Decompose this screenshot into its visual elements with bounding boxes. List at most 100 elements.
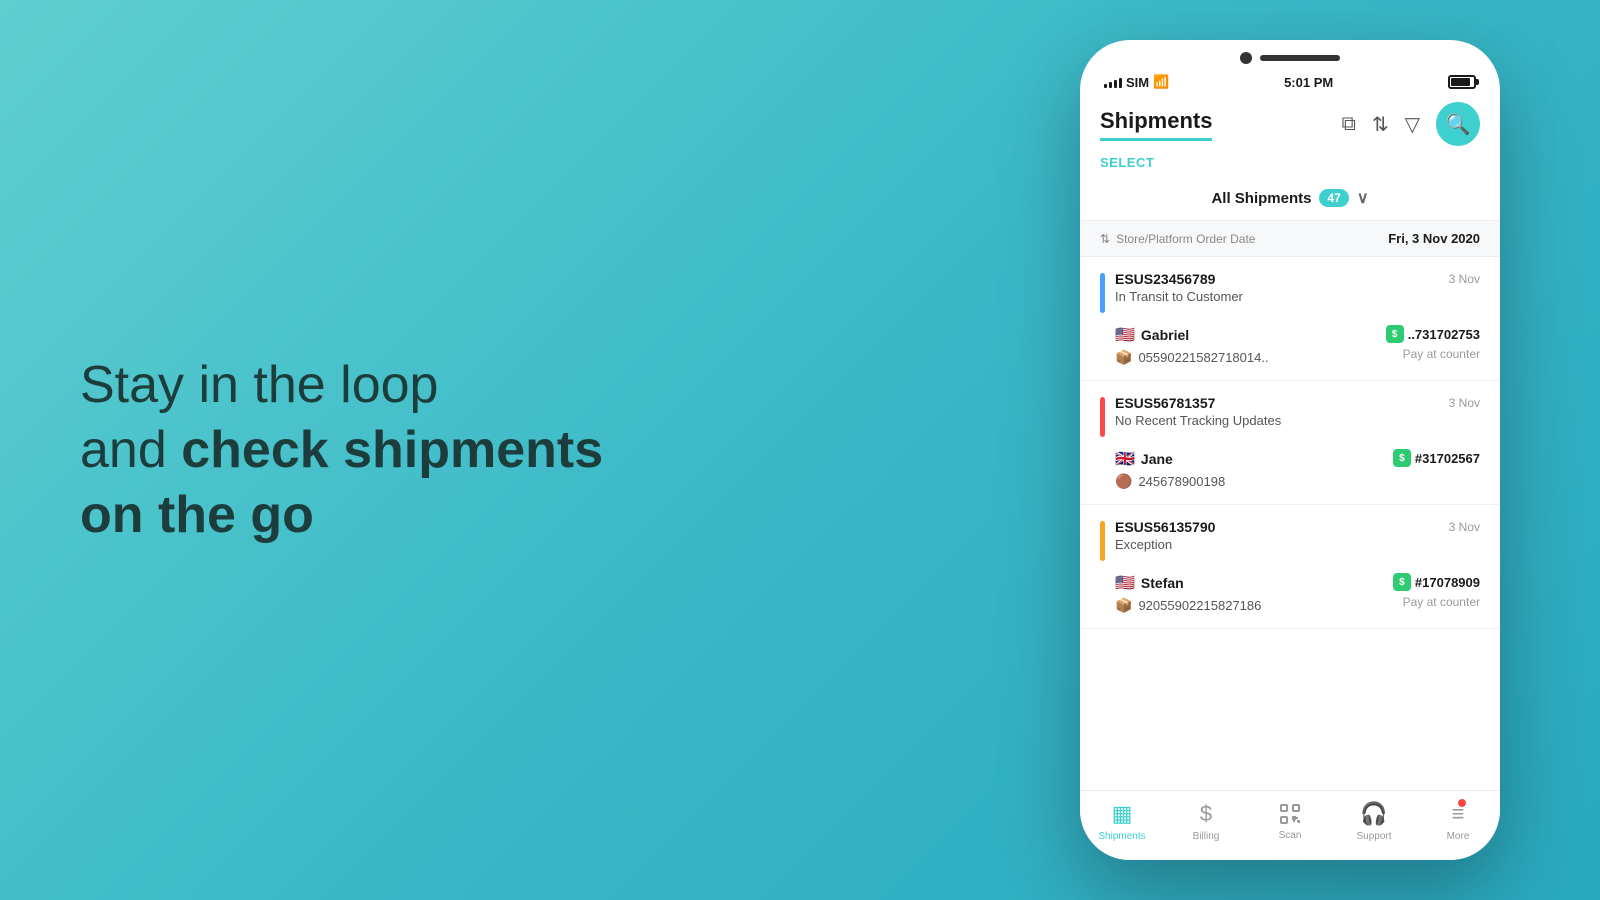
- app-title: Shipments: [1100, 108, 1212, 141]
- battery-fill: [1451, 78, 1470, 86]
- order-badge-3: $ #17078909: [1393, 573, 1480, 591]
- detail-right-2: $ #31702567: [1393, 449, 1480, 467]
- filter-count: 47: [1319, 189, 1348, 207]
- date-header: ⇅ Store/Platform Order Date Fri, 3 Nov 2…: [1080, 221, 1500, 257]
- shipment-top-1: ESUS23456789 3 Nov In Transit to Custome…: [1100, 271, 1480, 313]
- order-green-dot-2: $: [1393, 449, 1411, 467]
- shipment-status-1: In Transit to Customer: [1115, 289, 1480, 304]
- order-id-3: #17078909: [1415, 575, 1480, 590]
- shipment-top-3: ESUS56135790 3 Nov Exception: [1100, 519, 1480, 561]
- carrier-icon-2: 🟤: [1115, 473, 1132, 490]
- shipments-list: ESUS23456789 3 Nov In Transit to Custome…: [1080, 257, 1500, 837]
- carrier-icon-1: 📦: [1115, 349, 1132, 366]
- search-icon: 🔍: [1446, 112, 1471, 137]
- speaker-bar: [1260, 55, 1340, 61]
- app-header: Shipments ⧉ ⇅ ▽ 🔍: [1080, 98, 1500, 146]
- status-indicator-yellow: [1100, 521, 1105, 561]
- shipment-id-2: ESUS56781357: [1115, 395, 1215, 411]
- shipment-card-3[interactable]: ESUS56135790 3 Nov Exception 🇺🇸 Stefan: [1080, 505, 1500, 629]
- shipment-info-1: ESUS23456789 3 Nov In Transit to Custome…: [1115, 271, 1480, 304]
- detail-right-3: $ #17078909 Pay at counter: [1393, 573, 1480, 609]
- nav-item-shipments[interactable]: ▦ Shipments: [1080, 801, 1164, 842]
- signal-bar-1: [1104, 84, 1107, 88]
- status-indicator-blue: [1100, 273, 1105, 313]
- filter-icon[interactable]: ▽: [1405, 112, 1420, 137]
- select-label[interactable]: SELECT: [1100, 155, 1154, 170]
- detail-left-2: 🇬🇧 Jane 🟤 245678900198: [1115, 449, 1225, 490]
- battery-icon: [1448, 75, 1476, 89]
- customer-name-1: Gabriel: [1141, 327, 1189, 343]
- shipment-status-2: No Recent Tracking Updates: [1115, 413, 1480, 428]
- order-id-2: #31702567: [1415, 451, 1480, 466]
- shipment-id-3: ESUS56135790: [1115, 519, 1215, 535]
- hero-section: Stay in the loop and check shipments on …: [0, 353, 1080, 548]
- hero-line2-bold: check shipments: [181, 421, 603, 479]
- nav-item-support[interactable]: 🎧 Support: [1332, 801, 1416, 842]
- flag-us-1: 🇺🇸: [1115, 325, 1135, 345]
- customer-row-1: 🇺🇸 Gabriel: [1115, 325, 1269, 345]
- sort-icon[interactable]: ⇅: [1372, 112, 1389, 137]
- billing-nav-label: Billing: [1193, 831, 1220, 842]
- shipment-id-row-3: ESUS56135790 3 Nov: [1115, 519, 1480, 535]
- app-title-row: Shipments ⧉ ⇅ ▽ 🔍: [1100, 102, 1480, 146]
- more-notification-dot: [1458, 799, 1466, 807]
- hero-line2: and check shipments: [80, 418, 1000, 483]
- customer-name-2: Jane: [1141, 451, 1173, 467]
- payment-status-3: Pay at counter: [1403, 595, 1480, 609]
- tracking-row-1: 📦 05590221582718014..: [1115, 349, 1269, 366]
- status-left: SIM 📶: [1104, 74, 1169, 90]
- shipment-date-1: 3 Nov: [1449, 272, 1480, 286]
- billing-nav-icon: $: [1200, 801, 1212, 827]
- tracking-number-1: 05590221582718014..: [1138, 350, 1268, 365]
- scan-nav-icon: [1278, 802, 1302, 826]
- customer-row-2: 🇬🇧 Jane: [1115, 449, 1225, 469]
- sort-date-icon: ⇅: [1100, 232, 1110, 246]
- detail-left-3: 🇺🇸 Stefan 📦 92055902215827186: [1115, 573, 1261, 614]
- order-badge-2: $ #31702567: [1393, 449, 1480, 467]
- tracking-row-2: 🟤 245678900198: [1115, 473, 1225, 490]
- tracking-row-3: 📦 92055902215827186: [1115, 597, 1261, 614]
- shipment-date-3: 3 Nov: [1449, 520, 1480, 534]
- shipment-card-1[interactable]: ESUS23456789 3 Nov In Transit to Custome…: [1080, 257, 1500, 381]
- filter-row[interactable]: All Shipments 47 ∨: [1080, 180, 1500, 221]
- flag-us-3: 🇺🇸: [1115, 573, 1135, 593]
- shipment-card-2[interactable]: ESUS56781357 3 Nov No Recent Tracking Up…: [1080, 381, 1500, 505]
- support-nav-icon: 🎧: [1360, 801, 1387, 827]
- select-row: SELECT: [1080, 146, 1500, 180]
- order-green-dot-1: $: [1386, 325, 1404, 343]
- shipments-nav-label: Shipments: [1098, 831, 1145, 842]
- status-indicator-red: [1100, 397, 1105, 437]
- camera-dot: [1240, 52, 1252, 64]
- hero-text: Stay in the loop and check shipments on …: [80, 353, 1000, 548]
- chevron-down-icon: ∨: [1357, 188, 1369, 208]
- nav-item-billing[interactable]: $ Billing: [1164, 801, 1248, 842]
- scan-nav-label: Scan: [1279, 830, 1302, 841]
- nav-item-scan[interactable]: Scan: [1248, 802, 1332, 841]
- flag-gb-2: 🇬🇧: [1115, 449, 1135, 469]
- phone-screen: SIM 📶 5:01 PM Shipments ⧉ ⇅ ▽ 🔍: [1080, 40, 1500, 860]
- copy-icon[interactable]: ⧉: [1342, 113, 1356, 136]
- customer-name-3: Stefan: [1141, 575, 1184, 591]
- signal-bar-4: [1119, 78, 1122, 88]
- nav-item-more[interactable]: ≡ More: [1416, 801, 1500, 842]
- payment-status-1: Pay at counter: [1403, 347, 1480, 361]
- shipment-id-row-2: ESUS56781357 3 Nov: [1115, 395, 1480, 411]
- wifi-icon: 📶: [1153, 74, 1169, 90]
- shipment-details-3: 🇺🇸 Stefan 📦 92055902215827186 $ #1707890…: [1100, 573, 1480, 614]
- shipment-info-2: ESUS56781357 3 Nov No Recent Tracking Up…: [1115, 395, 1480, 428]
- shipment-info-3: ESUS56135790 3 Nov Exception: [1115, 519, 1480, 552]
- shipment-top-2: ESUS56781357 3 Nov No Recent Tracking Up…: [1100, 395, 1480, 437]
- hero-line1: Stay in the loop: [80, 353, 1000, 418]
- section-date: Fri, 3 Nov 2020: [1388, 231, 1480, 246]
- detail-left-1: 🇺🇸 Gabriel 📦 05590221582718014..: [1115, 325, 1269, 366]
- bottom-nav: ▦ Shipments $ Billing Scan: [1080, 790, 1500, 860]
- search-button[interactable]: 🔍: [1436, 102, 1480, 146]
- shipment-id-1: ESUS23456789: [1115, 271, 1215, 287]
- carrier-icon-3: 📦: [1115, 597, 1132, 614]
- signal-bars: [1104, 76, 1122, 88]
- status-bar: SIM 📶 5:01 PM: [1080, 70, 1500, 98]
- date-header-left: ⇅ Store/Platform Order Date: [1100, 232, 1255, 246]
- filter-pill[interactable]: All Shipments 47 ∨: [1211, 188, 1368, 208]
- shipment-id-row-1: ESUS23456789 3 Nov: [1115, 271, 1480, 287]
- carrier-label: SIM: [1126, 75, 1149, 90]
